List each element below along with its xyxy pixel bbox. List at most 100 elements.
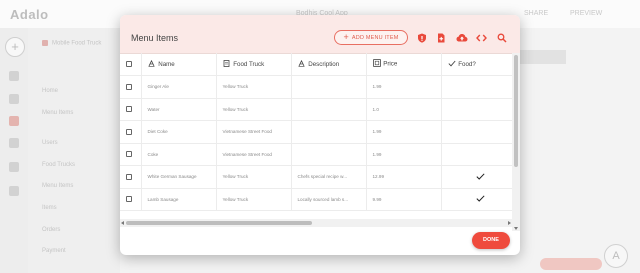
modal-title: Menu Items bbox=[131, 33, 179, 43]
scroll-right-arrow-icon[interactable] bbox=[508, 221, 511, 225]
cell-price[interactable]: 1.0 bbox=[366, 98, 442, 121]
row-select-cell[interactable] bbox=[120, 120, 142, 144]
database-sidebar: Mobile Food Truck Home Menu Items Users … bbox=[28, 28, 120, 273]
screens-icon[interactable] bbox=[9, 71, 19, 81]
row-select-cell[interactable] bbox=[120, 143, 142, 166]
cell-price[interactable]: 1.99 bbox=[366, 120, 442, 144]
cell-food[interactable] bbox=[441, 98, 512, 121]
app-logo: Adalo bbox=[10, 7, 49, 22]
sidebar-item-menu-items[interactable]: Menu Items bbox=[42, 110, 73, 116]
plus-icon: + bbox=[343, 32, 349, 42]
add-component-icon[interactable]: + bbox=[5, 37, 25, 57]
cell-description[interactable] bbox=[291, 98, 367, 121]
database-icon[interactable] bbox=[9, 116, 19, 126]
cell-price[interactable]: 12.99 bbox=[366, 165, 442, 189]
horizontal-scroll-thumb[interactable] bbox=[126, 221, 312, 225]
cell-food-truck[interactable]: Yellow Truck bbox=[216, 75, 292, 99]
row-checkbox[interactable] bbox=[126, 128, 132, 135]
checkmark-icon bbox=[476, 195, 485, 203]
row-select-cell[interactable] bbox=[120, 75, 142, 99]
row-select-cell[interactable] bbox=[120, 165, 142, 189]
cell-food[interactable] bbox=[441, 165, 512, 189]
cell-food-truck[interactable]: Yellow Truck bbox=[216, 165, 292, 189]
cell-food-truck[interactable]: Yellow Truck bbox=[216, 98, 292, 121]
analytics-icon[interactable] bbox=[9, 162, 19, 172]
add-document-icon[interactable] bbox=[436, 33, 446, 43]
select-all-cell[interactable] bbox=[120, 53, 142, 76]
row-checkbox[interactable] bbox=[126, 83, 132, 90]
branding-icon[interactable] bbox=[9, 94, 19, 104]
row-select-cell[interactable] bbox=[120, 98, 142, 121]
table-row[interactable]: Ginger Ale Yellow Truck 1.99 bbox=[120, 75, 512, 99]
background-pill-button[interactable] bbox=[540, 258, 602, 270]
vertical-scrollbar[interactable] bbox=[512, 53, 520, 231]
cell-description[interactable] bbox=[291, 120, 367, 144]
cloud-upload-icon[interactable] bbox=[456, 33, 468, 43]
cell-food-truck[interactable]: Yellow Truck bbox=[216, 188, 292, 211]
cell-description[interactable]: Locally sourced lamb s... bbox=[291, 188, 367, 211]
sidebar-app-name[interactable]: Mobile Food Truck bbox=[42, 40, 101, 47]
row-checkbox[interactable] bbox=[126, 196, 132, 203]
menu-items-modal: Menu Items + ADD MENU ITEM Name Food Tru… bbox=[120, 15, 520, 255]
shield-icon[interactable] bbox=[417, 33, 427, 43]
scroll-left-arrow-icon[interactable] bbox=[121, 221, 124, 225]
cell-name[interactable]: Ginger Ale bbox=[141, 75, 217, 99]
table-row[interactable]: White German Sausage Yellow Truck Chefs … bbox=[120, 165, 512, 189]
scroll-down-arrow-icon[interactable] bbox=[514, 227, 518, 230]
table-row[interactable]: Water Yellow Truck 1.0 bbox=[120, 98, 512, 121]
search-icon[interactable] bbox=[497, 33, 507, 43]
row-select-cell[interactable] bbox=[120, 188, 142, 211]
cell-food-truck[interactable]: Vietnamese Street Food bbox=[216, 120, 292, 144]
column-header-price[interactable]: Price bbox=[366, 53, 442, 76]
vertical-scroll-thumb[interactable] bbox=[514, 55, 518, 167]
horizontal-scrollbar[interactable] bbox=[120, 219, 512, 227]
cell-food[interactable] bbox=[441, 188, 512, 211]
cell-description[interactable]: Chefs special recipe w... bbox=[291, 165, 367, 189]
cell-price[interactable]: 1.99 bbox=[366, 75, 442, 99]
row-checkbox[interactable] bbox=[126, 173, 132, 180]
sidebar-item-food-trucks[interactable]: Food Trucks bbox=[42, 162, 75, 168]
sidebar-item-payment[interactable]: Payment bbox=[42, 248, 66, 254]
select-all-checkbox[interactable] bbox=[126, 60, 132, 67]
table-row[interactable]: Coke Vietnamese Street Food 1.99 bbox=[120, 143, 512, 166]
done-button[interactable]: DONE bbox=[472, 232, 510, 249]
cell-food[interactable] bbox=[441, 120, 512, 144]
cell-name[interactable]: Lamb Sausage bbox=[141, 188, 217, 211]
row-checkbox[interactable] bbox=[126, 106, 132, 113]
cell-name[interactable]: Diet Coke bbox=[141, 120, 217, 144]
code-icon[interactable] bbox=[476, 33, 487, 43]
text-icon bbox=[148, 59, 157, 69]
table-row[interactable]: Lamb Sausage Yellow Truck Locally source… bbox=[120, 188, 512, 211]
column-header-description[interactable]: Description bbox=[291, 53, 367, 76]
sidebar-item-users[interactable]: Users bbox=[42, 140, 58, 146]
sidebar-item-home[interactable]: Home bbox=[42, 88, 58, 94]
cell-name[interactable]: Water bbox=[141, 98, 217, 121]
cell-price[interactable]: 1.99 bbox=[366, 143, 442, 166]
cell-food[interactable] bbox=[441, 75, 512, 99]
text-icon bbox=[298, 59, 307, 69]
cell-description[interactable] bbox=[291, 75, 367, 99]
cell-name[interactable]: White German Sausage bbox=[141, 165, 217, 189]
publish-icon[interactable] bbox=[9, 186, 19, 196]
preview-link[interactable]: PREVIEW bbox=[570, 10, 602, 17]
document-icon bbox=[223, 59, 232, 69]
column-header-food-truck[interactable]: Food Truck bbox=[216, 53, 292, 76]
share-link[interactable]: SHARE bbox=[524, 10, 548, 17]
add-menu-item-button[interactable]: + ADD MENU ITEM bbox=[334, 30, 408, 45]
sidebar-item-menu-items-collection[interactable]: Menu Items bbox=[42, 183, 73, 189]
cell-price[interactable]: 9.99 bbox=[366, 188, 442, 211]
row-checkbox[interactable] bbox=[126, 151, 132, 158]
cell-description[interactable] bbox=[291, 143, 367, 166]
settings-icon[interactable] bbox=[9, 138, 19, 148]
checkmark-icon bbox=[476, 173, 485, 181]
cell-food[interactable] bbox=[441, 143, 512, 166]
table-row[interactable]: Diet Coke Vietnamese Street Food 1.99 bbox=[120, 120, 512, 144]
cell-food-truck[interactable]: Vietnamese Street Food bbox=[216, 143, 292, 166]
cell-name[interactable]: Coke bbox=[141, 143, 217, 166]
help-button[interactable]: A bbox=[604, 244, 628, 268]
sidebar-item-items[interactable]: Items bbox=[42, 205, 57, 211]
records-table: Name Food Truck Description Price Food? … bbox=[120, 53, 512, 211]
column-header-name[interactable]: Name bbox=[141, 53, 217, 76]
sidebar-item-orders[interactable]: Orders bbox=[42, 227, 60, 233]
column-header-food[interactable]: Food? bbox=[441, 53, 512, 76]
